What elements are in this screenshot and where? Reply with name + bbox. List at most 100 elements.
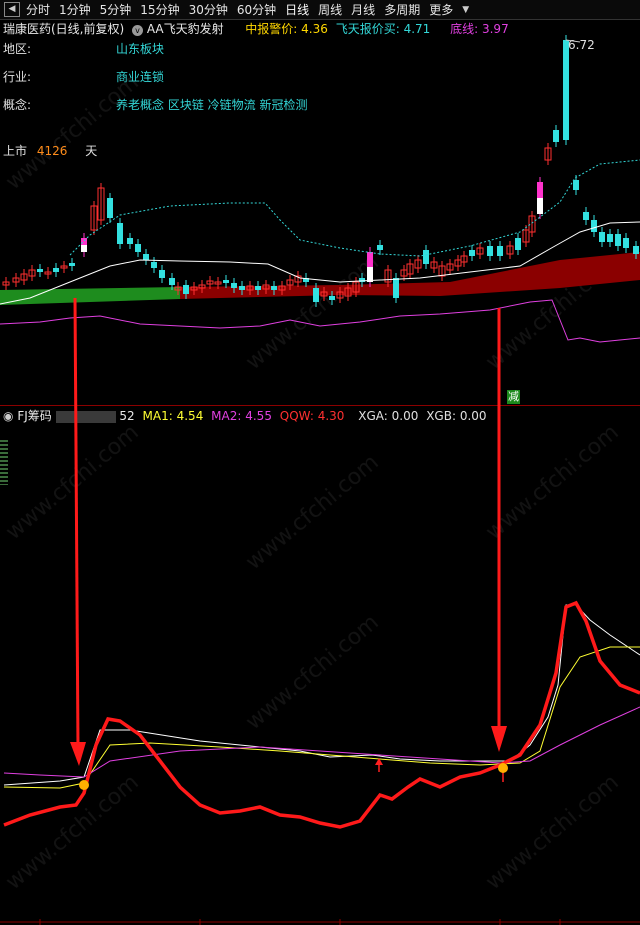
- candle-body: [537, 198, 543, 214]
- candle: [460, 251, 468, 267]
- candle-body: [239, 286, 245, 290]
- candle: [487, 241, 493, 261]
- candle-body: [423, 250, 429, 264]
- chevron-down-icon[interactable]: ▼: [462, 5, 469, 15]
- qqw-value: 4.30: [317, 409, 345, 423]
- candle: [28, 265, 36, 281]
- xga-label: XGA:: [358, 409, 388, 423]
- reduce-badge: 减: [507, 390, 520, 404]
- candle-body: [271, 286, 277, 290]
- region-label: 地区:: [3, 42, 32, 56]
- candle-body: [607, 234, 613, 242]
- candle-body: [81, 238, 87, 245]
- cost-band: [0, 252, 640, 305]
- industry-value[interactable]: 商业连锁: [116, 68, 164, 85]
- concept-value[interactable]: 养老概念 区块链 冷链物流 新冠检测: [116, 96, 307, 113]
- candle: [294, 271, 302, 287]
- candle: [583, 207, 589, 225]
- pane-divider: [0, 405, 640, 406]
- candle: [44, 267, 52, 279]
- tab-weekly[interactable]: 周线: [318, 1, 342, 18]
- candle-body: [497, 246, 503, 256]
- xgb-value: 0.00: [459, 409, 487, 423]
- period-toolbar: ◀ 分时 1分钟 5分钟 15分钟 30分钟 60分钟 日线 周线 月线 多周期…: [0, 0, 640, 20]
- candle: [53, 263, 59, 277]
- candle-body: [69, 263, 75, 266]
- tab-daily[interactable]: 日线: [285, 1, 309, 18]
- listing-unit: 天: [85, 144, 98, 158]
- candle: [414, 255, 422, 273]
- listing-label: 上市: [3, 144, 28, 158]
- tab-15min[interactable]: 15分钟: [140, 1, 179, 18]
- tab-30min[interactable]: 30分钟: [189, 1, 228, 18]
- candle-body: [393, 278, 399, 298]
- candle-body: [313, 288, 319, 302]
- candle: [591, 215, 597, 237]
- candle-body: [591, 220, 597, 232]
- candle: [438, 261, 446, 281]
- tab-multi-period[interactable]: 多周期: [384, 1, 420, 18]
- gear-icon[interactable]: ◉: [3, 409, 13, 423]
- green-band: [0, 287, 180, 305]
- candle: [515, 233, 521, 255]
- tab-more[interactable]: 更多: [429, 1, 453, 18]
- candle-body: [169, 278, 175, 285]
- candle: [454, 255, 462, 271]
- candle: [522, 225, 530, 247]
- tab-monthly[interactable]: 月线: [351, 1, 375, 18]
- candle: [544, 143, 552, 165]
- candle-body: [367, 252, 373, 267]
- candle-body: [573, 180, 579, 190]
- candle-body: [135, 244, 141, 252]
- qqw-label: QQW:: [279, 409, 314, 423]
- candle: [151, 257, 157, 273]
- candle: [476, 243, 484, 259]
- candle: [506, 241, 514, 259]
- tab-5min[interactable]: 5分钟: [100, 1, 132, 18]
- bottom-line: [0, 299, 640, 343]
- tab-1min[interactable]: 1分钟: [59, 1, 91, 18]
- concept-label: 概念:: [3, 98, 32, 112]
- candle: [37, 264, 43, 277]
- candle: [377, 240, 383, 255]
- candle-body: [37, 269, 43, 272]
- candle: [446, 259, 454, 275]
- back-icon[interactable]: ◀: [4, 2, 20, 17]
- indicator-title[interactable]: FJ筹码: [17, 409, 51, 423]
- ind-white-line: [3, 604, 640, 786]
- candle-body: [367, 267, 373, 282]
- tab-60min[interactable]: 60分钟: [237, 1, 276, 18]
- candle-body: [469, 250, 475, 256]
- indicator-chart[interactable]: [0, 425, 640, 925]
- candle: [60, 261, 68, 273]
- indicator-header: ◉ FJ筹码 52 MA1: 4.54 MA2: 4.55 QQW: 4.30 …: [3, 407, 487, 424]
- candle: [537, 177, 543, 219]
- candle: [90, 201, 98, 235]
- bottom-axis-ticks: [0, 919, 640, 925]
- candle-body: [563, 40, 569, 140]
- candle: [69, 258, 75, 271]
- candle: [20, 269, 28, 285]
- candle: [303, 273, 309, 287]
- high-price-label: 6.72: [568, 38, 595, 52]
- xga-value: 0.00: [391, 409, 419, 423]
- candle-body: [537, 182, 543, 198]
- candlestick-chart[interactable]: [0, 20, 640, 405]
- candle-body: [151, 262, 157, 268]
- tab-intraday[interactable]: 分时: [26, 1, 50, 18]
- region-value[interactable]: 山东板块: [116, 40, 164, 57]
- indicator-value: 52: [119, 409, 135, 423]
- signal-dot: [79, 780, 89, 790]
- candle-body: [515, 238, 521, 250]
- ma1-value: 4.54: [176, 409, 204, 423]
- candle-body: [183, 285, 189, 294]
- industry-label: 行业:: [3, 70, 32, 84]
- signal-dot: [498, 763, 508, 773]
- candle: [469, 245, 475, 261]
- candle: [81, 233, 87, 257]
- candle-body: [143, 254, 149, 260]
- candle-body: [231, 283, 237, 288]
- candle: [528, 211, 536, 237]
- candle-body: [53, 268, 59, 272]
- candle: [423, 245, 429, 269]
